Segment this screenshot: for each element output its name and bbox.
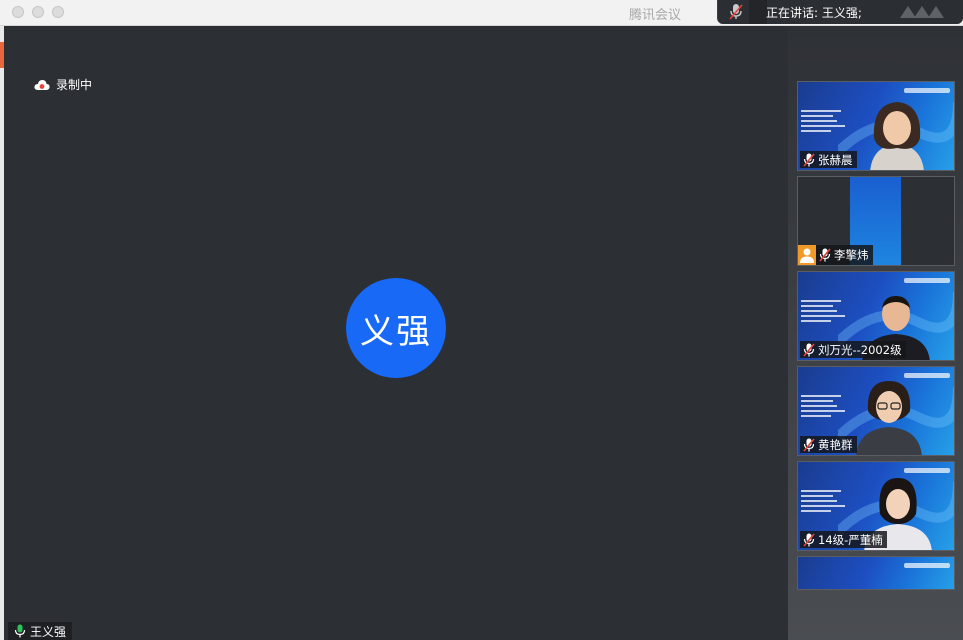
muted-mic-icon bbox=[803, 342, 815, 357]
cloud-recording-icon bbox=[34, 79, 50, 90]
participant-name: 李擎炜 bbox=[834, 248, 869, 262]
participant-name: 张赫晨 bbox=[818, 152, 853, 167]
recording-indicator[interactable]: 录制中 bbox=[34, 76, 92, 93]
main-video-stage[interactable]: 录制中 义强 王义强 bbox=[4, 26, 788, 640]
participant-name: 刘万光--2002级 bbox=[818, 342, 902, 357]
participant-tile[interactable]: 14级-严董楠 bbox=[797, 461, 955, 551]
minimize-window-button[interactable] bbox=[32, 6, 44, 18]
participant-video-person bbox=[856, 381, 922, 455]
participant-name-tag: 李擎炜 bbox=[798, 245, 873, 265]
participant-name: 黄艳群 bbox=[818, 437, 853, 452]
muted-mic-icon bbox=[803, 532, 815, 547]
app-title: 腾讯会议 bbox=[628, 8, 681, 23]
participant-name-tag: 张赫晨 bbox=[800, 151, 857, 168]
slide-text-lines bbox=[801, 490, 849, 515]
slide-text-lines bbox=[801, 300, 849, 325]
muted-mic-icon bbox=[803, 152, 815, 167]
participant-name-tag: 黄艳群 bbox=[800, 436, 857, 453]
participant-gallery[interactable]: 张赫晨 李擎炜 刘万光--2002级 黄艳群 14级-严董楠 bbox=[788, 26, 963, 640]
participant-tile[interactable]: 黄艳群 bbox=[797, 366, 955, 456]
participant-tile[interactable]: 李擎炜 bbox=[797, 176, 955, 266]
participant-tile[interactable] bbox=[797, 556, 955, 590]
slide-text-lines bbox=[801, 395, 849, 420]
maximize-window-button[interactable] bbox=[52, 6, 64, 18]
recording-label: 录制中 bbox=[56, 78, 93, 92]
close-window-button[interactable] bbox=[12, 6, 24, 18]
speaking-status-text: 正在讲话: 王义强; bbox=[766, 6, 862, 20]
muted-mic-icon bbox=[729, 4, 743, 20]
speaker-avatar: 义强 bbox=[346, 278, 446, 378]
self-name-label: 王义强 bbox=[30, 624, 67, 639]
banner-divider bbox=[749, 0, 767, 24]
participant-tile[interactable]: 刘万光--2002级 bbox=[797, 271, 955, 361]
university-logo-icon bbox=[904, 278, 950, 283]
university-logo-icon bbox=[904, 88, 950, 93]
participant-tile[interactable]: 张赫晨 bbox=[797, 81, 955, 171]
user-avatar-icon bbox=[798, 245, 816, 265]
muted-mic-icon bbox=[819, 248, 831, 262]
active-speaker-banner: 正在讲话: 王义强; bbox=[717, 0, 963, 24]
participant-name-tag: 14级-严董楠 bbox=[800, 531, 887, 548]
university-logo-icon bbox=[904, 563, 950, 568]
participant-name: 14级-严董楠 bbox=[818, 532, 883, 547]
participant-video-person bbox=[870, 102, 924, 170]
tencent-meeting-logo-icon bbox=[900, 6, 944, 18]
active-mic-icon bbox=[14, 624, 26, 638]
self-name-tag: 王义强 bbox=[8, 622, 73, 640]
participant-name-tag: 刘万光--2002级 bbox=[800, 341, 906, 358]
slide-text-lines bbox=[801, 110, 849, 135]
muted-mic-icon bbox=[803, 437, 815, 452]
